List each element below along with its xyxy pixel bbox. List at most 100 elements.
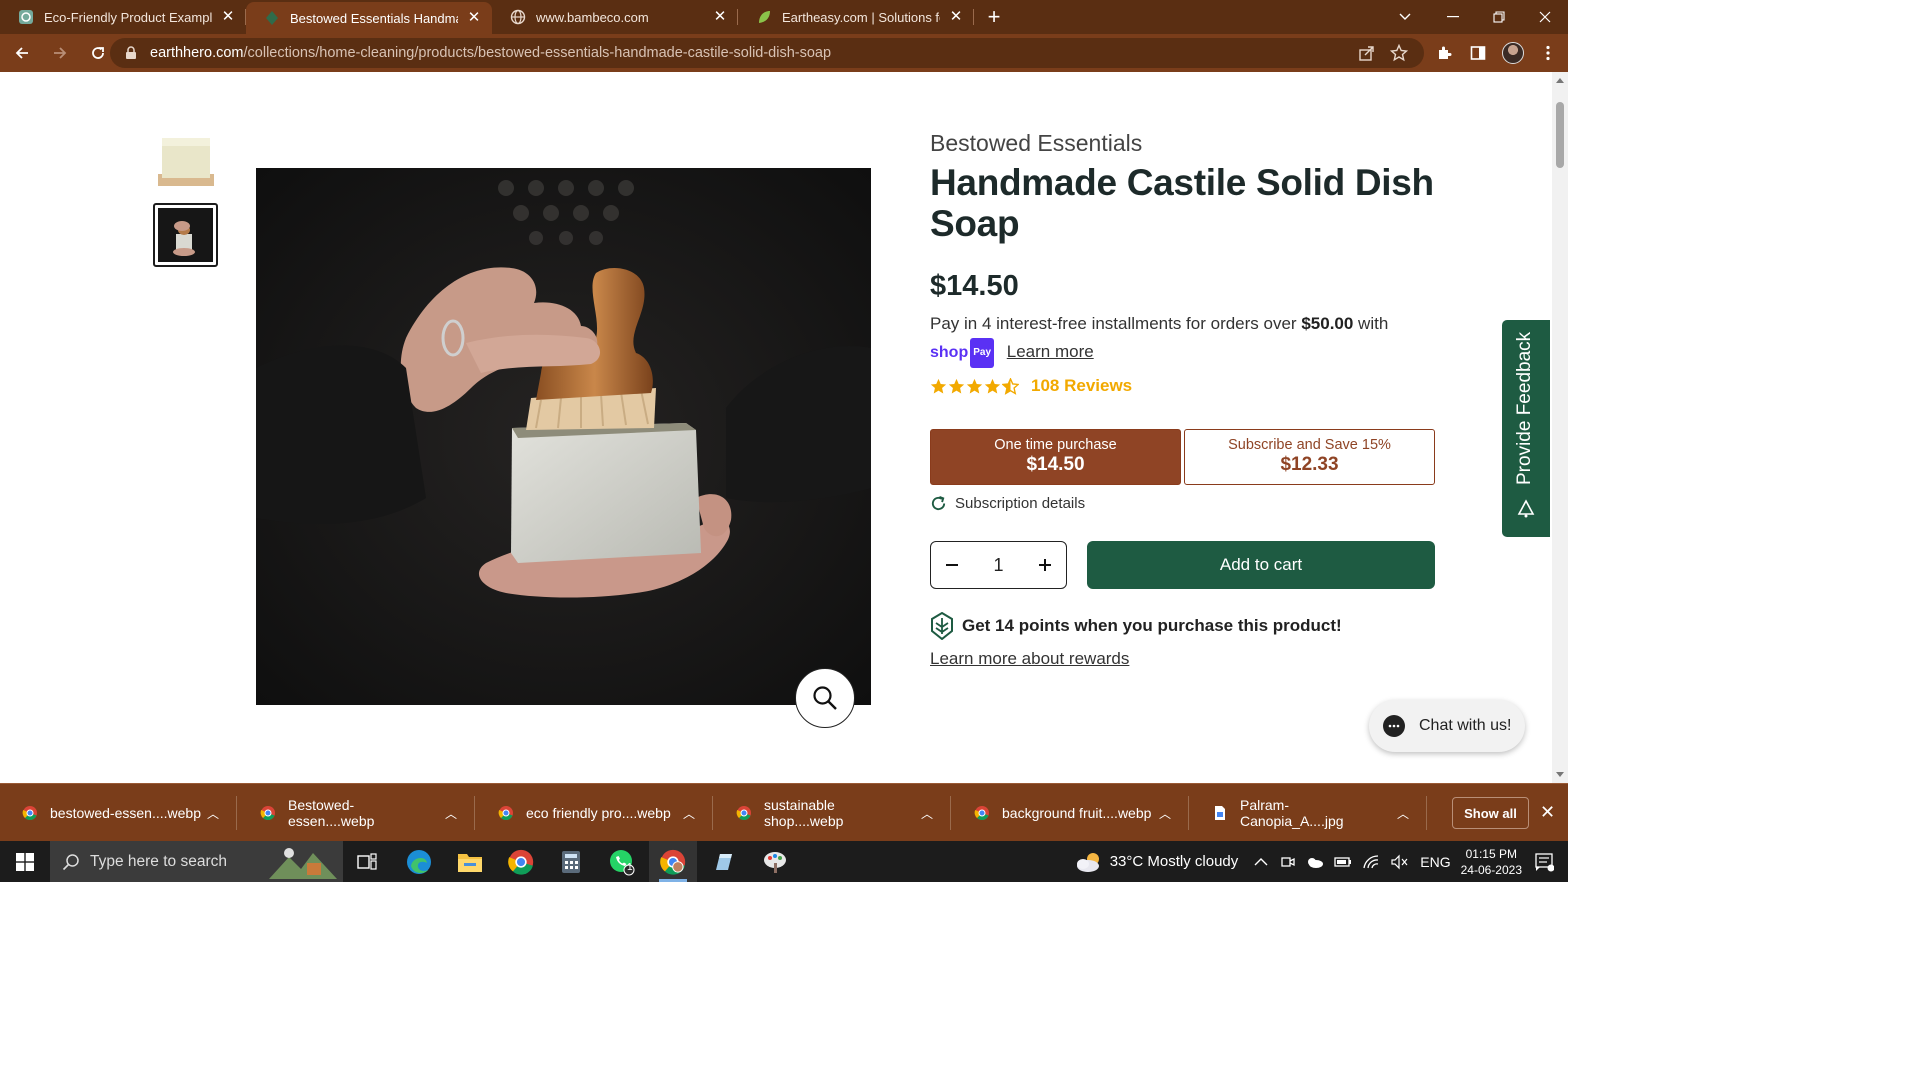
language-indicator[interactable]: ENG xyxy=(1420,854,1450,870)
scrollbar-thumb[interactable] xyxy=(1556,102,1564,168)
notepad-app-icon[interactable] xyxy=(700,841,748,882)
chrome-icon xyxy=(498,806,513,821)
scroll-up-arrow-icon[interactable] xyxy=(1556,78,1564,83)
increase-quantity-button[interactable] xyxy=(1034,554,1056,576)
meet-now-icon[interactable] xyxy=(1280,854,1296,870)
address-bar[interactable]: earthhero.com/collections/home-cleaning/… xyxy=(110,38,1424,68)
whatsapp-icon[interactable]: 1 xyxy=(598,841,646,882)
reward-points-info: Get 14 points when you purchase this pro… xyxy=(930,612,1342,640)
tab-bestowed-essentials[interactable]: Bestowed Essentials Handmade C ✕ xyxy=(246,2,492,34)
show-hidden-icons-chevron-icon[interactable] xyxy=(1254,857,1268,867)
paint-app-icon[interactable] xyxy=(751,841,799,882)
download-item[interactable]: bestowed-essen....webp ︿ xyxy=(0,784,237,842)
close-downloads-icon[interactable]: ✕ xyxy=(1540,802,1555,823)
search-highlight-illustration-icon xyxy=(269,848,337,879)
forward-arrow-icon xyxy=(54,47,67,59)
speaker-muted-icon[interactable] xyxy=(1390,854,1408,870)
back-arrow-icon xyxy=(15,47,28,59)
download-item[interactable]: background fruit....webp ︿ xyxy=(952,784,1189,842)
shoppay-logo: shop Pay xyxy=(930,338,995,368)
close-window-button[interactable] xyxy=(1522,0,1568,34)
quantity-value[interactable]: 1 xyxy=(993,555,1003,576)
chat-label: Chat with us! xyxy=(1419,717,1512,734)
close-tab-icon[interactable]: ✕ xyxy=(948,9,964,25)
scroll-down-arrow-icon[interactable] xyxy=(1556,772,1564,777)
product-rating[interactable]: 108 Reviews xyxy=(930,376,1132,396)
chevron-up-icon[interactable]: ︿ xyxy=(1391,805,1415,822)
subscribe-save-option[interactable]: Subscribe and Save 15% $12.33 xyxy=(1184,429,1435,485)
calculator-icon[interactable] xyxy=(547,841,595,882)
new-tab-button[interactable]: + xyxy=(978,0,1010,34)
lock-icon[interactable] xyxy=(124,46,138,60)
minus-icon xyxy=(946,564,958,566)
download-filename: bestowed-essen....webp xyxy=(50,805,201,821)
chat-widget-button[interactable]: Chat with us! xyxy=(1369,700,1525,752)
weather-widget[interactable]: 33°C Mostly cloudy xyxy=(1074,851,1238,873)
download-item[interactable]: sustainable shop....webp ︿ xyxy=(714,784,951,842)
minimize-button[interactable] xyxy=(1430,0,1476,34)
zoom-image-button[interactable] xyxy=(795,668,855,728)
windows-start-button[interactable] xyxy=(0,841,50,882)
chrome-menu-icon[interactable] xyxy=(1538,43,1558,63)
page-scrollbar[interactable] xyxy=(1552,72,1568,783)
extensions-puzzle-icon[interactable] xyxy=(1434,43,1454,63)
side-panel-icon[interactable] xyxy=(1468,43,1488,63)
download-item[interactable]: Bestowed-essen....webp ︿ xyxy=(238,784,475,842)
learn-more-link[interactable]: Learn more xyxy=(1007,342,1094,361)
share-icon[interactable] xyxy=(1358,44,1376,62)
tab-eartheasy[interactable]: Eartheasy.com | Solutions for Sus ✕ xyxy=(738,0,974,34)
download-item[interactable]: eco friendly pro....webp ︿ xyxy=(476,784,713,842)
chevron-up-icon[interactable]: ︿ xyxy=(201,805,225,822)
clock-date: 24-06-2023 xyxy=(1460,862,1522,877)
product-main-image[interactable] xyxy=(256,168,871,705)
option-label: Subscribe and Save 15% xyxy=(1228,437,1391,453)
reviews-count[interactable]: 108 Reviews xyxy=(1031,376,1132,396)
chrome-taskbar-icon[interactable] xyxy=(497,841,545,882)
option-price: $14.50 xyxy=(1026,454,1085,475)
add-to-cart-button[interactable]: Add to cart xyxy=(1087,541,1435,589)
close-tab-icon[interactable]: ✕ xyxy=(220,9,236,25)
bookmark-star-icon[interactable] xyxy=(1390,44,1408,62)
restore-button[interactable] xyxy=(1476,0,1522,34)
notifications-icon[interactable] xyxy=(1534,852,1554,872)
show-all-downloads-button[interactable]: Show all xyxy=(1452,797,1529,829)
chevron-up-icon[interactable]: ︿ xyxy=(439,805,463,822)
chevron-up-icon[interactable]: ︿ xyxy=(915,805,939,822)
onedrive-cloud-icon[interactable] xyxy=(1306,856,1324,868)
close-tab-icon[interactable]: ✕ xyxy=(712,9,728,25)
file-explorer-icon[interactable] xyxy=(446,841,494,882)
product-thumbnail-2[interactable] xyxy=(153,203,218,267)
option-price: $12.33 xyxy=(1280,454,1339,475)
browser-toolbar: earthhero.com/collections/home-cleaning/… xyxy=(0,34,1568,72)
chevron-up-icon[interactable]: ︿ xyxy=(677,805,701,822)
learn-about-rewards-link[interactable]: Learn more about rewards xyxy=(930,649,1129,669)
task-view-icon[interactable] xyxy=(343,841,391,882)
magnifier-icon xyxy=(813,686,837,710)
tab-search-chevron-icon[interactable] xyxy=(1382,0,1428,34)
tab-eco-friendly[interactable]: Eco-Friendly Product Examples ✕ xyxy=(0,0,246,34)
chrome-active-window-icon[interactable] xyxy=(649,841,697,882)
taskbar-search-box[interactable]: Type here to search xyxy=(50,841,343,882)
decrease-quantity-button[interactable] xyxy=(941,554,963,576)
subscription-details-link[interactable]: Subscription details xyxy=(930,495,1085,512)
battery-icon[interactable] xyxy=(1334,856,1352,868)
plus-icon xyxy=(1038,559,1051,571)
download-item[interactable]: Palram-Canopia_A....jpg ︿ xyxy=(1190,784,1427,842)
back-button[interactable] xyxy=(6,37,38,69)
wifi-icon[interactable] xyxy=(1362,854,1380,870)
forward-button[interactable] xyxy=(44,37,76,69)
profile-avatar[interactable] xyxy=(1502,42,1524,64)
tab-title: Bestowed Essentials Handmade C xyxy=(290,10,458,26)
rewards-leaf-icon xyxy=(931,612,953,640)
tab-bambeco[interactable]: www.bambeco.com ✕ xyxy=(492,0,738,34)
chevron-up-icon[interactable]: ︿ xyxy=(1153,805,1177,822)
star-icon xyxy=(984,378,1001,393)
provide-feedback-tab[interactable]: Provide Feedback xyxy=(1502,320,1550,537)
product-thumbnail-1[interactable] xyxy=(156,130,216,190)
chatgpt-icon xyxy=(19,10,33,24)
product-brand[interactable]: Bestowed Essentials xyxy=(930,130,1142,157)
clock[interactable]: 01:15 PM 24-06-2023 xyxy=(1461,846,1522,878)
close-tab-icon[interactable]: ✕ xyxy=(466,10,482,26)
edge-browser-icon[interactable] xyxy=(395,841,443,882)
one-time-purchase-option[interactable]: One time purchase $14.50 xyxy=(930,429,1181,485)
